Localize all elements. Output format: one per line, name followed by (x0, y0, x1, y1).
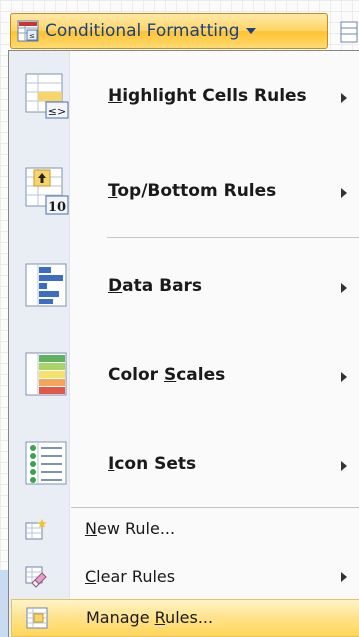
access-key: D (108, 276, 123, 296)
menu-item-label: Highlight Cells Rules (108, 86, 307, 106)
submenu-arrow-icon (341, 372, 347, 382)
label-rest: ighlight Cells Rules (122, 86, 307, 106)
label-start: Manage (86, 608, 155, 627)
menu-item-label: Color Scales (108, 365, 225, 385)
menu-item-clear-rules[interactable]: Clear Rules (10, 558, 359, 596)
icon-sets-icon (25, 441, 67, 485)
access-key: H (108, 86, 123, 106)
new-rule-icon (25, 519, 47, 540)
conditional-formatting-menu: ≤> Highlight Cells Rules 10 Top/Bottom R… (8, 50, 359, 637)
label-rest: ules... (165, 608, 214, 627)
worksheet-edge (0, 570, 8, 637)
submenu-arrow-icon (341, 188, 347, 198)
highlight-cells-icon: ≤> (25, 73, 69, 119)
submenu-arrow-icon (341, 93, 347, 103)
label-rest: cales (176, 365, 226, 385)
format-table-icon[interactable] (338, 20, 359, 44)
conditional-formatting-label: Conditional Formatting (45, 21, 240, 41)
menu-item-new-rule[interactable]: New Rule... (10, 510, 359, 548)
clear-rules-icon (25, 566, 47, 588)
submenu-arrow-icon (341, 572, 347, 582)
access-key: C (85, 567, 97, 586)
manage-rules-icon (26, 607, 48, 629)
menu-item-label: Icon Sets (108, 454, 196, 474)
submenu-arrow-icon (341, 283, 347, 293)
access-key: N (85, 519, 97, 538)
top-bottom-icon: 10 (25, 167, 69, 215)
label-start: Color (108, 365, 164, 385)
menu-item-color-scales[interactable]: Color Scales (10, 333, 359, 419)
menu-item-data-bars[interactable]: Data Bars (10, 244, 359, 330)
label-rest: op/Bottom Rules (117, 181, 277, 201)
menu-item-label: Data Bars (108, 276, 202, 296)
submenu-arrow-icon (341, 461, 347, 471)
menu-item-label: Clear Rules (85, 567, 175, 586)
menu-item-label: Manage Rules... (86, 608, 213, 627)
menu-item-manage-rules[interactable]: Manage Rules... (11, 599, 359, 637)
top-number: 10 (48, 200, 66, 215)
label-rest: ata Bars (122, 276, 203, 296)
conditional-formatting-icon: ≤ (17, 20, 39, 42)
menu-item-label: New Rule... (85, 519, 175, 538)
highlight-symbol: ≤> (48, 105, 66, 118)
chevron-down-icon (245, 28, 256, 34)
label-rest: ew Rule... (96, 519, 176, 538)
access-key: R (154, 608, 166, 627)
data-bars-icon (25, 263, 67, 307)
label-rest: lear Rules (96, 567, 176, 586)
svg-text:≤: ≤ (29, 32, 35, 40)
menu-item-top-bottom-rules[interactable]: 10 Top/Bottom Rules (10, 149, 359, 235)
conditional-formatting-button[interactable]: ≤ Conditional Formatting (10, 13, 328, 49)
color-scales-icon (25, 352, 67, 396)
menu-item-icon-sets[interactable]: Icon Sets (10, 422, 359, 508)
access-key: T (108, 181, 118, 201)
menu-item-highlight-cells-rules[interactable]: ≤> Highlight Cells Rules (10, 56, 359, 140)
menu-item-label: Top/Bottom Rules (108, 181, 276, 201)
label-rest: con Sets (114, 454, 197, 474)
access-key: S (163, 365, 177, 385)
menu-separator (71, 507, 359, 508)
menu-separator (107, 237, 359, 238)
